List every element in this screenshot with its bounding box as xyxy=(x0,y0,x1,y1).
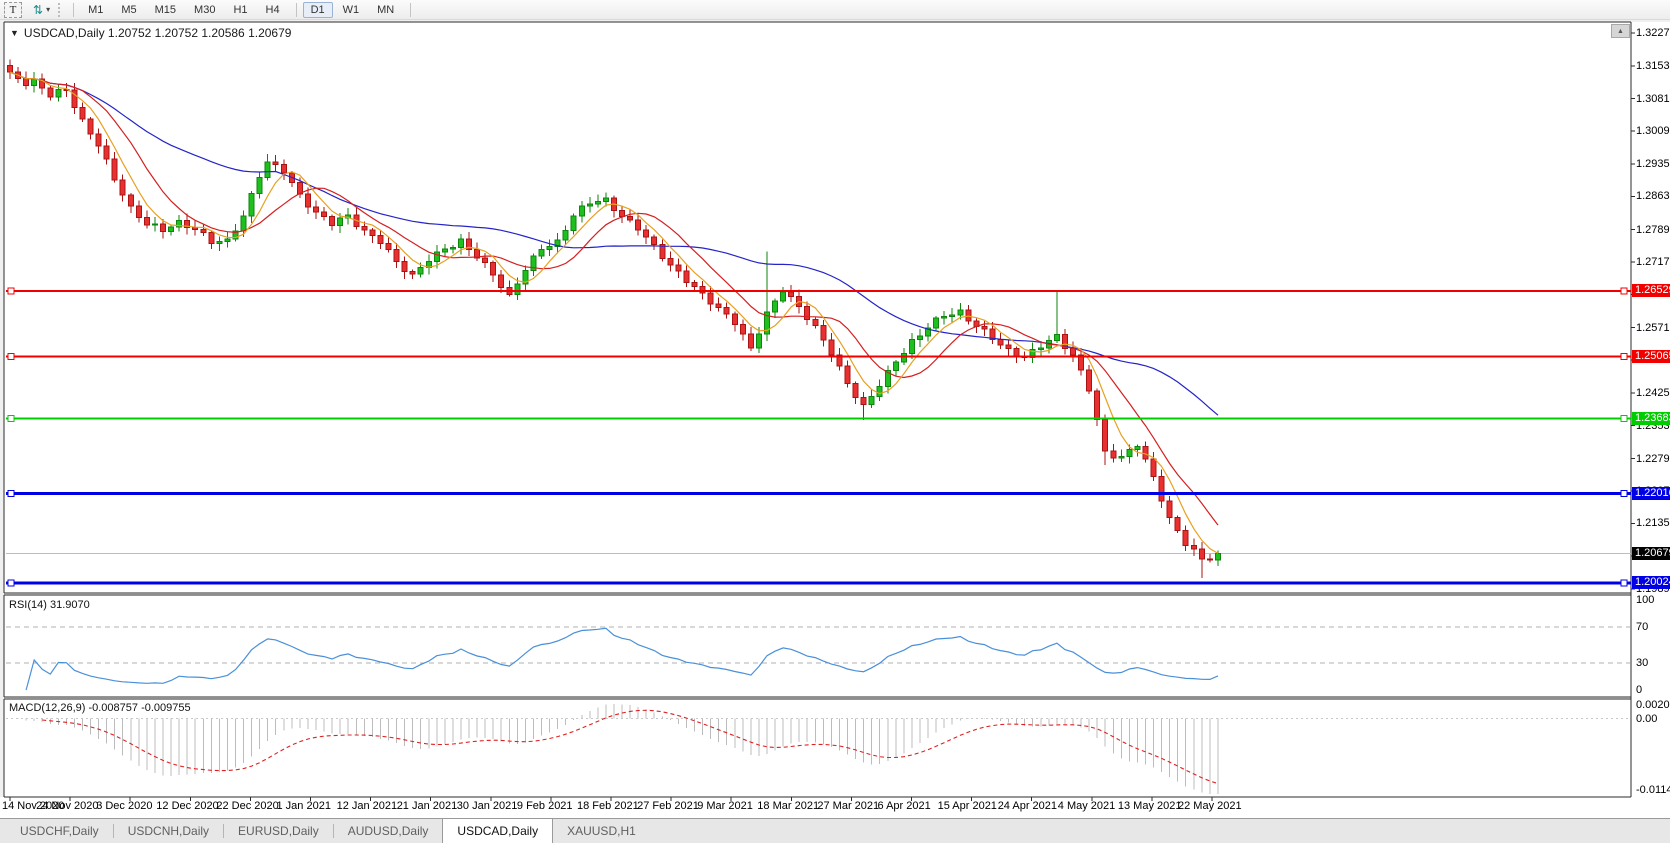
date-label: 27 Mar 2021 xyxy=(817,800,880,812)
price-tick-label: 1.24250 xyxy=(1636,387,1670,400)
timeframe-h4-button[interactable]: H4 xyxy=(258,2,288,18)
macd-axis-label: 0.00 xyxy=(1636,712,1658,725)
macd-axis-label: 0.002074 xyxy=(1636,699,1670,712)
macd-axis-label: -0.011462 xyxy=(1636,784,1670,796)
timeframe-m15-button[interactable]: M15 xyxy=(147,2,184,18)
rsi-level-label: 30 xyxy=(1636,657,1649,669)
date-label: 9 Mar 2021 xyxy=(697,800,753,812)
chart-scroll-up-button[interactable]: ▲ xyxy=(1611,24,1630,38)
price-tick-label: 1.27890 xyxy=(1636,223,1670,236)
text-tool-button[interactable]: T xyxy=(4,1,22,18)
rsi-panel xyxy=(4,595,1631,697)
date-label: 12 Dec 2020 xyxy=(156,800,219,812)
toolbar: T ⇅ ▾ M1 M5 M15 M30 H1 H4 D1 W1 MN xyxy=(0,0,1670,20)
timeframe-mn-button[interactable]: MN xyxy=(369,2,402,18)
tab-xauusd[interactable]: XAUUSD,H1 xyxy=(553,819,650,843)
date-label: 22 May 2021 xyxy=(1178,800,1242,812)
timeframe-m30-button[interactable]: M30 xyxy=(186,2,223,18)
date-label: 27 Feb 2021 xyxy=(637,800,699,812)
date-label: 12 Jan 2021 xyxy=(336,800,398,812)
chart-title: ▼ USDCAD,Daily 1.20752 1.20752 1.20586 1… xyxy=(10,26,291,40)
price-tick-label: 1.28630 xyxy=(1636,190,1670,203)
date-label: 4 May 2021 xyxy=(1057,800,1116,812)
chart-collapse-icon[interactable]: ▼ xyxy=(10,28,19,38)
price-tick-label: 1.27170 xyxy=(1636,256,1670,269)
rsi-level-label: 0 xyxy=(1636,684,1643,696)
price-tick-label: 1.31530 xyxy=(1636,60,1670,73)
timeframe-d1-button[interactable]: D1 xyxy=(302,1,333,18)
price-tick-label: 1.21350 xyxy=(1636,517,1670,530)
date-label: 18 Feb 2021 xyxy=(577,800,639,812)
price-tick-label: 1.29350 xyxy=(1636,158,1670,171)
toolbar-grip xyxy=(58,2,63,17)
date-label: 1 Jan 2021 xyxy=(276,800,331,812)
timeframe-h1-button[interactable]: H1 xyxy=(225,2,255,18)
rsi-level-label: 70 xyxy=(1636,621,1649,633)
date-label: 22 Dec 2020 xyxy=(216,800,279,812)
price-tag[interactable]: 1.20024 xyxy=(1632,575,1670,589)
tab-audusd[interactable]: AUDUSD,Daily xyxy=(334,819,443,843)
price-tag[interactable]: 1.23683 xyxy=(1632,411,1670,425)
date-label: 9 Feb 2021 xyxy=(516,800,573,812)
current-price-tag: 1.20679 xyxy=(1632,546,1670,560)
macd-label: MACD(12,26,9) -0.008757 -0.009755 xyxy=(9,702,191,714)
rsi-label: RSI(14) 31.9070 xyxy=(9,599,90,611)
price-tick-label: 1.22790 xyxy=(1636,452,1670,465)
chart-title-text: USDCAD,Daily 1.20752 1.20752 1.20586 1.2… xyxy=(23,26,292,40)
date-label: 15 Apr 2021 xyxy=(937,800,997,812)
arrows-tool-dropdown[interactable]: ⇅ ▾ xyxy=(30,3,53,17)
tab-eurusd[interactable]: EURUSD,Daily xyxy=(224,819,333,843)
price-tick-label: 1.32270 xyxy=(1636,27,1670,39)
toolbar-separator xyxy=(410,2,412,17)
tab-usdcnh[interactable]: USDCNH,Daily xyxy=(114,819,223,843)
date-label: 24 Apr 2021 xyxy=(997,800,1058,812)
price-tag[interactable]: 1.26529 xyxy=(1632,283,1670,297)
arrows-icon: ⇅ xyxy=(33,2,44,17)
rsi-level-label: 100 xyxy=(1636,594,1655,606)
date-label: 21 Jan 2021 xyxy=(396,800,458,812)
date-label: 13 May 2021 xyxy=(1117,800,1182,812)
price-tick-label: 1.30810 xyxy=(1636,92,1670,105)
toolbar-separator xyxy=(295,2,297,17)
date-label: 18 Mar 2021 xyxy=(757,800,820,812)
date-label: 30 Jan 2021 xyxy=(456,800,518,812)
timeframe-button-group: M1 M5 M15 M30 H1 H4 D1 W1 MN xyxy=(79,1,416,18)
timeframe-m5-button[interactable]: M5 xyxy=(113,2,144,18)
price-axis-panel xyxy=(1631,22,1670,797)
chart-tab-bar: USDCHF,Daily USDCNH,Daily EURUSD,Daily AUDU… xyxy=(0,818,1670,843)
price-tag[interactable]: 1.22016 xyxy=(1632,486,1670,500)
price-tick-label: 1.30090 xyxy=(1636,124,1670,137)
date-label: 6 Apr 2021 xyxy=(877,800,931,812)
main-chart-panel xyxy=(4,22,1631,593)
toolbar-separator xyxy=(73,2,75,17)
date-label: 24 Nov 2020 xyxy=(36,800,99,812)
date-label: 3 Dec 2020 xyxy=(96,800,153,812)
tab-usdcad[interactable]: USDCAD,Daily xyxy=(442,819,554,843)
timeframe-w1-button[interactable]: W1 xyxy=(335,2,368,18)
price-tick-label: 1.25710 xyxy=(1636,321,1670,334)
dropdown-caret-icon: ▾ xyxy=(46,5,51,14)
macd-panel xyxy=(4,699,1631,797)
tab-usdchf[interactable]: USDCHF,Daily xyxy=(6,819,113,843)
timeframe-m1-button[interactable]: M1 xyxy=(80,2,111,18)
price-tag[interactable]: 1.25065 xyxy=(1632,349,1670,363)
